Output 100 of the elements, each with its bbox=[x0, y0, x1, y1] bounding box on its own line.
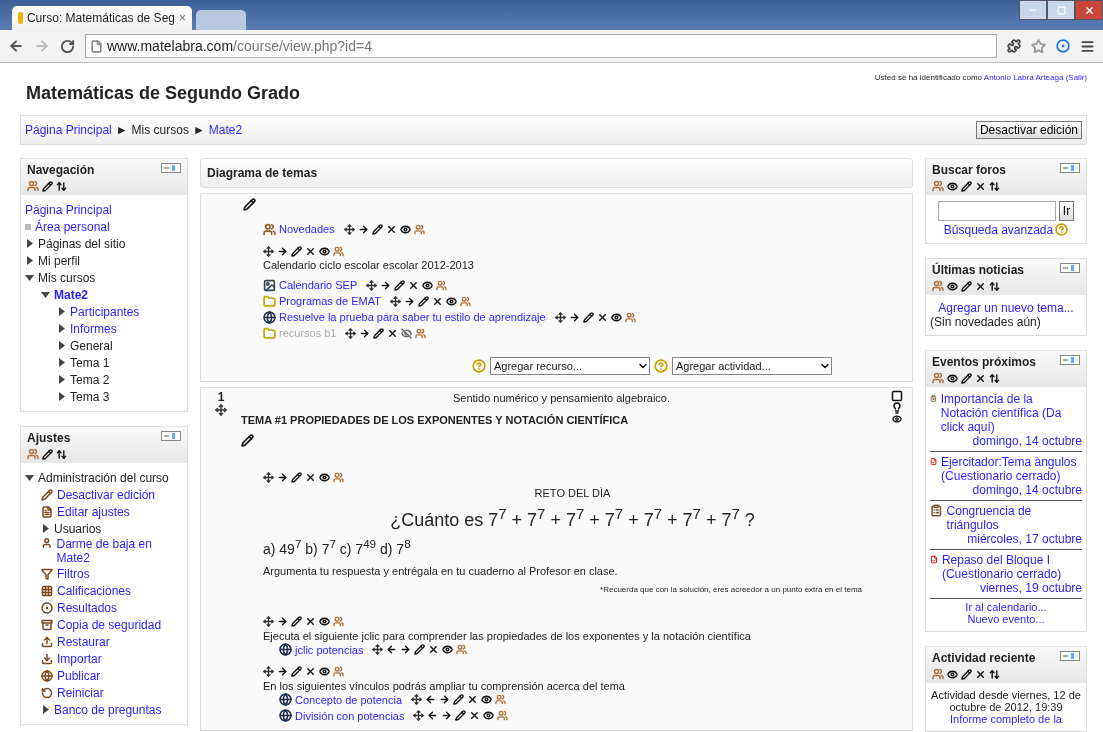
tree-link[interactable]: Resultados bbox=[57, 600, 118, 615]
event-link[interactable]: Importancia de la Notación científica (Da click aquí) bbox=[940, 392, 1082, 434]
activity-link[interactable]: Concepto de potencia bbox=[295, 693, 403, 706]
tree-item[interactable]: Administración del curso bbox=[38, 470, 169, 485]
up-down-arrow-icon bbox=[989, 180, 1000, 192]
add-activity-select[interactable]: Agregar actividad... bbox=[672, 357, 832, 375]
close-icon bbox=[1083, 4, 1095, 16]
expanded-triangle-icon[interactable] bbox=[25, 473, 34, 482]
tree-item[interactable]: Tema 2 bbox=[70, 372, 110, 387]
activity-link[interactable]: División con potencias bbox=[295, 709, 405, 722]
label-text: *Recuerda que con la solución, eres acreedor a un punto extra en el tema bbox=[599, 584, 862, 594]
minimize-button[interactable] bbox=[1019, 0, 1047, 20]
dock-icon[interactable] bbox=[161, 431, 181, 441]
collapsed-triangle-icon[interactable] bbox=[41, 524, 50, 533]
event-date[interactable]: domingo, 14 octubre bbox=[972, 434, 1082, 448]
activity-link[interactable]: jclic potencias bbox=[295, 643, 364, 656]
block-title: Últimas noticias bbox=[932, 263, 1025, 277]
event-date[interactable]: domingo, 14 octubre bbox=[972, 483, 1082, 497]
dock-icon[interactable] bbox=[1060, 651, 1080, 661]
arrow-right-icon bbox=[277, 666, 288, 678]
event-date[interactable]: viernes, 19 octubre bbox=[979, 581, 1082, 595]
activity-link[interactable]: Novedades bbox=[279, 223, 335, 235]
dock-icon[interactable] bbox=[161, 163, 181, 173]
tree-item[interactable]: Mi perfil bbox=[38, 253, 80, 268]
collapsed-triangle-icon[interactable] bbox=[57, 392, 66, 401]
collapsed-triangle-icon[interactable] bbox=[57, 307, 66, 316]
search-field[interactable] bbox=[937, 201, 1056, 221]
arrow-left-icon bbox=[386, 644, 398, 656]
tree-item[interactable]: Tema 1 bbox=[70, 355, 110, 370]
breadcrumb-item[interactable]: Mate2 bbox=[208, 123, 243, 137]
cross-icon bbox=[975, 280, 986, 292]
address-bar[interactable]: www.matelabra.com/course/view.php?id=4 bbox=[85, 34, 997, 58]
tree-item[interactable]: Páginas del sitio bbox=[38, 236, 126, 251]
collapsed-triangle-icon[interactable] bbox=[57, 375, 66, 384]
collapsed-triangle-icon[interactable] bbox=[25, 256, 34, 265]
activity-link[interactable]: Calendario SEP bbox=[279, 279, 358, 291]
tree-item[interactable]: General bbox=[70, 338, 113, 353]
section-summary: Sentido numérico y pensamiento algebraico. bbox=[451, 392, 672, 404]
expanded-triangle-icon[interactable] bbox=[25, 273, 34, 282]
tree-link[interactable]: Reiniciar bbox=[57, 685, 104, 700]
maximize-button[interactable] bbox=[1047, 0, 1075, 20]
dock-icon[interactable] bbox=[1060, 163, 1080, 173]
eye-icon bbox=[399, 223, 411, 235]
arrow-right-icon bbox=[277, 245, 288, 257]
tree-item[interactable]: Mis cursos bbox=[38, 270, 96, 285]
label-text: ¿Cuánto es 7$^{7}$ + 7$^{7}$ + 7$^{7}$ + 7$^{7}$ + 7$^{7}$ + 7$^{7}$ + 7$^{7}$ ? bbox=[389, 505, 756, 531]
pencil-icon bbox=[417, 295, 429, 307]
tree-item[interactable]: Tema 3 bbox=[70, 389, 110, 404]
tree-item[interactable]: Usuarios bbox=[54, 521, 102, 536]
tree-link[interactable]: Informes bbox=[70, 321, 117, 336]
block-title: Eventos próximos bbox=[932, 355, 1037, 369]
tree-link[interactable]: Copia de seguridad bbox=[57, 617, 162, 632]
tree-link[interactable]: Publicar bbox=[57, 668, 101, 683]
up-down-arrow-icon bbox=[989, 668, 1000, 680]
edit-mode-button[interactable]: Desactivar edición bbox=[975, 121, 1082, 139]
tree-link[interactable]: Importar bbox=[57, 651, 102, 666]
eye-icon bbox=[947, 280, 958, 292]
collapsed-triangle-icon[interactable] bbox=[41, 705, 50, 714]
activity-link[interactable]: Resuelve la prueba para saber tu estilo de aprendizaje bbox=[279, 311, 546, 323]
full-report-link[interactable]: Informe completo de la bbox=[950, 713, 1062, 725]
tree-link[interactable]: Calificaciones bbox=[57, 583, 132, 598]
tree-link[interactable]: Mate2 bbox=[54, 287, 88, 302]
add-topic-link[interactable]: Agregar un nuevo tema... bbox=[938, 301, 1074, 315]
user-link[interactable]: Antonio Labra Arteaga bbox=[983, 73, 1064, 82]
checkbox-icon bbox=[891, 390, 903, 402]
pencil-icon bbox=[455, 710, 467, 722]
activity-link[interactable]: Programas de EMAT bbox=[279, 295, 381, 307]
tree-link[interactable]: Área personal bbox=[35, 219, 110, 234]
dock-icon[interactable] bbox=[1060, 263, 1080, 273]
tree-link[interactable]: Restaurar bbox=[57, 634, 110, 649]
tab-title: Curso: Matemáticas de Seg bbox=[26, 11, 175, 25]
tree-link[interactable]: Página Principal bbox=[25, 202, 112, 217]
browser-tab[interactable]: Curso: Matemáticas de Seg × bbox=[12, 6, 192, 30]
pencil-icon bbox=[373, 327, 385, 339]
collapsed-triangle-icon[interactable] bbox=[57, 341, 66, 350]
event-link[interactable]: Ejercitador:Tema àngulos (Cuestionario cerrado) bbox=[941, 455, 1082, 483]
expanded-triangle-icon[interactable] bbox=[41, 290, 50, 299]
collapsed-triangle-icon[interactable] bbox=[57, 358, 66, 367]
new-event-link[interactable]: Nuevo evento... bbox=[967, 613, 1045, 625]
event-date[interactable]: miércoles, 17 octubre bbox=[967, 532, 1082, 546]
tree-link[interactable]: Desactivar edición bbox=[57, 487, 156, 502]
go-button[interactable]: Ir bbox=[1058, 201, 1075, 221]
tree-link[interactable]: Filtros bbox=[57, 566, 90, 581]
advanced-search-link[interactable]: Búsqueda avanzada bbox=[943, 223, 1054, 237]
event-link[interactable]: Repaso del Bloque I (Cuestionario cerrado) bbox=[941, 553, 1082, 581]
close-window-button[interactable] bbox=[1075, 0, 1103, 20]
tree-link[interactable]: Participantes bbox=[70, 304, 140, 319]
calendar-link[interactable]: Ir al calendario... bbox=[965, 601, 1047, 613]
breadcrumb-item[interactable]: Página Principal bbox=[25, 123, 112, 137]
tab-close[interactable]: × bbox=[179, 11, 186, 25]
collapsed-triangle-icon[interactable] bbox=[57, 324, 66, 333]
logout-link[interactable]: (Salir) bbox=[1065, 73, 1087, 82]
dock-icon[interactable] bbox=[1060, 355, 1080, 365]
tree-link[interactable]: Darme de baja en Mate2 bbox=[56, 537, 183, 565]
collapsed-triangle-icon[interactable] bbox=[25, 239, 34, 248]
add-resource-select[interactable]: Agregar recurso... bbox=[490, 357, 650, 375]
users-icon bbox=[932, 180, 944, 192]
tree-link[interactable]: Editar ajustes bbox=[57, 504, 130, 519]
tree-link[interactable]: Banco de preguntas bbox=[54, 702, 162, 717]
eye-icon bbox=[947, 372, 958, 384]
